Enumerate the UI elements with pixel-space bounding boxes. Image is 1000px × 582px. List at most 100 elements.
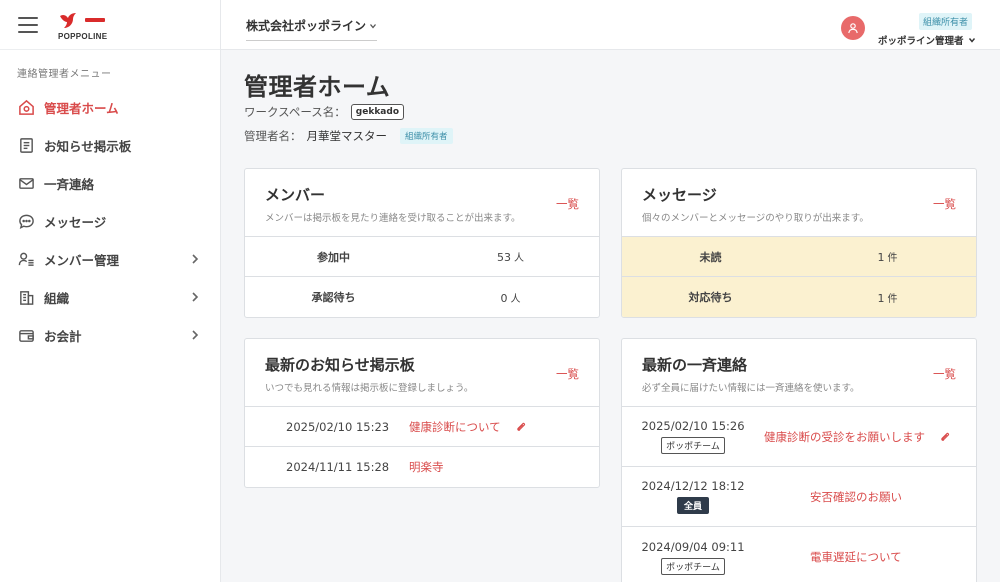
card-header: 最新のお知らせ掲示板 いつでも見れる情報は掲示板に登録しましょう。 一覧 bbox=[245, 339, 599, 407]
sidebar-top-bar: POPPOLINE bbox=[0, 0, 220, 50]
page-title: 管理者ホーム bbox=[244, 73, 391, 101]
broadcast-list-link[interactable]: 一覧 bbox=[933, 366, 956, 382]
card-subtitle: 必ず全員に届けたい情報には一斉連絡を使います。 bbox=[642, 383, 860, 394]
card-title: 最新の一斉連絡 bbox=[642, 356, 748, 374]
broadcast-meta: 2024/12/12 18:12 全員 bbox=[622, 479, 764, 514]
chevron-right-icon bbox=[192, 330, 199, 340]
messages-list-link[interactable]: 一覧 bbox=[933, 196, 956, 212]
poppoline-logo[interactable]: POPPOLINE bbox=[58, 9, 107, 41]
sidebar-item-admin-home[interactable]: 管理者ホーム bbox=[0, 88, 220, 126]
company-selector[interactable]: 株式会社ポッポライン bbox=[246, 17, 378, 41]
chevron-right-icon bbox=[192, 292, 199, 302]
card-header: 最新の一斉連絡 必ず全員に届けたい情報には一斉連絡を使います。 一覧 bbox=[622, 339, 976, 407]
logo-text: POPPOLINE bbox=[58, 31, 108, 41]
stat-label: 未読 bbox=[699, 250, 722, 264]
sidebar-menu: 管理者ホーム お知らせ掲示板 一斉連絡 メッセージ メンバー管理 組織 お会計 bbox=[0, 88, 220, 354]
notice-board-icon bbox=[17, 136, 35, 154]
card-subtitle: 個々のメンバーとメッセージのやり取りが出来ます。 bbox=[642, 213, 869, 224]
chat-bubble-icon bbox=[17, 212, 35, 230]
card-subtitle: メンバーは掲示板を見たり連絡を受け取ることが出来ます。 bbox=[265, 213, 521, 224]
notice-date: 2024/11/11 15:28 bbox=[286, 460, 390, 474]
bird-logo-icon bbox=[60, 12, 76, 28]
list-item[interactable]: 2025/02/10 15:26 ポッポチーム 健康診断の受診をお願いします bbox=[622, 407, 976, 467]
members-list-link[interactable]: 一覧 bbox=[556, 196, 579, 212]
admin-label: 管理者名： bbox=[244, 129, 302, 143]
user-list-icon bbox=[17, 250, 35, 268]
stat-label: 承認待ち bbox=[311, 291, 356, 304]
broadcast-meta: 2024/09/04 09:11 ポッポチーム bbox=[622, 540, 764, 575]
card-header: メンバー メンバーは掲示板を見たり連絡を受け取ることが出来ます。 一覧 bbox=[245, 169, 599, 237]
chevron-down-icon bbox=[370, 23, 377, 29]
sidebar-item-organization[interactable]: 組織 bbox=[0, 278, 220, 316]
stat-row-awaiting[interactable]: 対応待ち 1件 bbox=[622, 277, 976, 317]
company-name: 株式会社ポッポライン bbox=[246, 19, 367, 33]
card-subtitle: いつでも見れる情報は掲示板に登録しましょう。 bbox=[265, 383, 474, 394]
chevron-down-icon bbox=[968, 38, 975, 43]
list-item[interactable]: 2024/12/12 18:12 全員 安否確認のお願い bbox=[622, 467, 976, 527]
sidebar-item-notice-board[interactable]: お知らせ掲示板 bbox=[0, 126, 220, 164]
sidebar: POPPOLINE 連絡管理者メニュー 管理者ホーム お知らせ掲示板 一斉連絡 bbox=[0, 0, 221, 582]
user-icon bbox=[848, 23, 858, 34]
card-header: メッセージ 個々のメンバーとメッセージのやり取りが出来ます。 一覧 bbox=[622, 169, 976, 237]
list-item[interactable]: 2025/02/10 15:23 健康診断について bbox=[245, 407, 599, 447]
wallet-icon bbox=[17, 326, 35, 344]
admin-name: 月華堂マスター bbox=[306, 129, 388, 143]
broadcast-title[interactable]: 安否確認のお願い bbox=[810, 489, 902, 505]
admin-role-badge: 組織所有者 bbox=[400, 128, 453, 144]
user-menu[interactable]: ポッポライン管理者 bbox=[878, 33, 976, 47]
paperclip-icon bbox=[941, 432, 950, 441]
role-badge: 組織所有者 bbox=[919, 13, 973, 30]
sidebar-item-label: お知らせ掲示板 bbox=[44, 138, 132, 154]
broadcast-title[interactable]: 健康診断の受診をお願いします bbox=[764, 429, 950, 445]
broadcast-date: 2025/02/10 15:26 bbox=[641, 419, 745, 433]
menu-heading: 連絡管理者メニュー bbox=[17, 69, 112, 80]
sidebar-item-messages[interactable]: メッセージ bbox=[0, 202, 220, 240]
sidebar-item-billing[interactable]: お会計 bbox=[0, 316, 220, 354]
messages-card: メッセージ 個々のメンバーとメッセージのやり取りが出来ます。 一覧 未読 1件 … bbox=[621, 168, 977, 318]
sidebar-item-label: 組織 bbox=[44, 290, 70, 306]
stat-row-unread[interactable]: 未読 1件 bbox=[622, 237, 976, 277]
notices-list-link[interactable]: 一覧 bbox=[556, 366, 579, 382]
list-item[interactable]: 2024/09/04 09:11 ポッポチーム 電車遅延について bbox=[622, 527, 976, 582]
recipient-tag: ポッポチーム bbox=[661, 437, 725, 454]
avatar[interactable] bbox=[841, 16, 865, 40]
user-name: ポッポライン管理者 bbox=[878, 36, 964, 47]
notice-title[interactable]: 健康診断について bbox=[409, 419, 526, 435]
notices-card: 最新のお知らせ掲示板 いつでも見れる情報は掲示板に登録しましょう。 一覧 202… bbox=[244, 338, 600, 488]
stat-value: 1件 bbox=[877, 251, 898, 264]
stat-value: 53 人 bbox=[497, 251, 524, 264]
stat-value: 0人 bbox=[500, 291, 521, 305]
sidebar-item-broadcast[interactable]: 一斉連絡 bbox=[0, 164, 220, 202]
members-card: メンバー メンバーは掲示板を見たり連絡を受け取ることが出来ます。 一覧 参加中 … bbox=[244, 168, 600, 318]
workspace-name-tag: gekkado bbox=[350, 104, 404, 120]
broadcast-title[interactable]: 電車遅延について bbox=[810, 549, 902, 565]
building-icon bbox=[17, 288, 35, 306]
broadcast-date: 2024/09/04 09:11 bbox=[641, 539, 745, 554]
recipient-tag: 全員 bbox=[676, 497, 709, 514]
broadcast-card: 最新の一斉連絡 必ず全員に届けたい情報には一斉連絡を使います。 一覧 2025/… bbox=[621, 338, 977, 582]
hamburger-menu-icon[interactable] bbox=[18, 16, 38, 33]
stat-label: 対応待ち bbox=[688, 291, 733, 304]
stat-row-active[interactable]: 参加中 53 人 bbox=[245, 237, 599, 277]
sidebar-item-label: お会計 bbox=[44, 328, 82, 344]
stat-row-pending[interactable]: 承認待ち 0人 bbox=[245, 277, 599, 317]
notice-title[interactable]: 明楽寺 bbox=[409, 459, 444, 475]
sidebar-item-label: メンバー管理 bbox=[44, 252, 120, 268]
broadcast-date: 2024/12/12 18:12 bbox=[641, 479, 745, 493]
top-header: 株式会社ポッポライン 組織所有者 ポッポライン管理者 bbox=[221, 0, 1000, 50]
chevron-right-icon bbox=[192, 254, 199, 264]
broadcast-meta: 2025/02/10 15:26 ポッポチーム bbox=[622, 419, 764, 454]
home-icon bbox=[17, 98, 35, 116]
stat-label: 参加中 bbox=[317, 250, 350, 264]
sidebar-item-label: メッセージ bbox=[44, 214, 107, 230]
sidebar-item-member-management[interactable]: メンバー管理 bbox=[0, 240, 220, 278]
card-title: 最新のお知らせ掲示板 bbox=[265, 356, 415, 374]
logo-dash bbox=[85, 17, 105, 22]
list-item[interactable]: 2024/11/11 15:28 明楽寺 bbox=[245, 447, 599, 487]
workspace-row: ワークスペース名： gekkado bbox=[244, 104, 404, 120]
sidebar-item-label: 一斉連絡 bbox=[44, 176, 95, 192]
card-title: メンバー bbox=[265, 186, 326, 204]
admin-row: 管理者名： 月華堂マスター 組織所有者 bbox=[244, 128, 453, 144]
sidebar-item-label: 管理者ホーム bbox=[44, 100, 119, 116]
paperclip-icon bbox=[516, 422, 525, 431]
